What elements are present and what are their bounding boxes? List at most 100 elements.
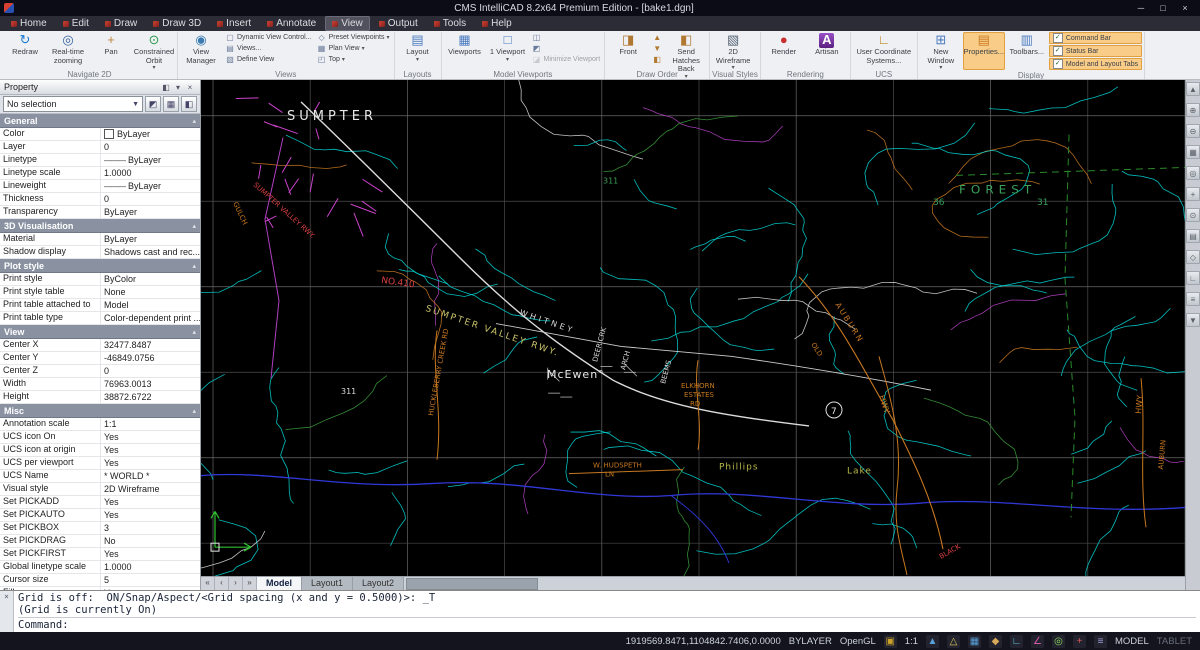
ribbon-button-send-hatches-back[interactable]: ◧Send Hatches Back▾ [665,32,707,70]
model-space-indicator[interactable]: MODEL [1115,636,1149,647]
selection-dropdown[interactable]: No selection ▼ [3,96,143,112]
ribbon-button-vpjoin[interactable]: ◫ [530,32,603,43]
property-section-3d-visualisation[interactable]: 3D Visualisation▴ [0,219,200,233]
property-value[interactable]: ———ByLayer [101,180,200,192]
etrack-icon[interactable]: + [1073,635,1086,648]
menu-tab-home[interactable]: Home [4,16,54,31]
opengl-indicator[interactable]: OpenGL [840,636,876,647]
tab-nav-button-2[interactable]: › [229,577,243,590]
horizontal-scrollbar-thumb[interactable] [406,578,538,590]
ribbon-toggle-model-and-layout-tabs[interactable]: ✓Model and Layout Tabs [1049,58,1142,70]
annotation-autoscale-icon[interactable]: △ [947,635,960,648]
ortho-icon[interactable]: ∟ [1186,271,1200,285]
command-input[interactable] [69,619,1196,631]
coordinates[interactable]: 1919569.8471,1104842.7406,0.0000 [626,636,781,647]
panel-pin-icon[interactable]: ◧ [160,83,172,92]
minimize-button[interactable]: ─ [1130,0,1152,16]
ribbon-button-pan[interactable]: +Pan [90,32,132,70]
scroll-up-icon[interactable]: ▲ [1186,82,1200,96]
ribbon-button-doabove[interactable]: ◧ [650,54,664,65]
tab-model[interactable]: Model [257,577,302,590]
zoom-out-icon[interactable]: ⊖ [1186,124,1200,138]
property-section-view[interactable]: View▴ [0,325,200,339]
ribbon-toggle-command-bar[interactable]: ✓Command Bar [1049,32,1142,44]
ribbon-button-preset-viewpoints[interactable]: ◇Preset Viewpoints▾ [315,32,392,43]
ribbon-button-2d-wireframe[interactable]: ▧2D Wireframe▾ [712,32,754,70]
property-value[interactable]: 0 [101,193,200,205]
menu-tab-insert[interactable]: Insert [210,16,258,31]
snap-icon[interactable]: ◆ [989,635,1002,648]
grid-icon[interactable]: ▦ [968,635,981,648]
tab-nav-button-1[interactable]: ‹ [215,577,229,590]
ribbon-button-redraw[interactable]: ↻Redraw [4,32,46,70]
lwt-icon[interactable]: ≡ [1094,635,1107,648]
maximize-button[interactable]: □ [1152,0,1174,16]
property-value[interactable]: 38872.6722 [101,391,200,403]
property-value[interactable]: 0 [101,365,200,377]
tablet-indicator[interactable]: TABLET [1157,636,1192,647]
ribbon-button-dosend[interactable]: ▼ [650,43,664,54]
property-value[interactable]: Yes [101,431,200,443]
close-button[interactable]: × [1174,0,1196,16]
property-value[interactable]: 76963.0013 [101,378,200,390]
property-value[interactable]: 1.0000 [101,167,200,179]
quick-select-button[interactable]: ◩ [145,96,161,112]
ribbon-button-view-manager[interactable]: ◉View Manager [180,32,222,70]
ribbon-button-1-viewport[interactable]: □1 Viewport▾ [487,32,529,70]
ribbon-button-views[interactable]: ▤Views... [223,43,314,54]
property-value[interactable]: 0 [101,141,200,153]
property-value[interactable]: ByLayer [101,128,200,140]
lineweight-icon[interactable]: ≡ [1186,292,1200,306]
property-value[interactable]: ———ByLayer [101,154,200,166]
ortho-icon[interactable]: ∟ [1010,635,1023,648]
property-value[interactable]: 5 [101,574,200,586]
property-value[interactable]: 1.0000 [101,561,200,573]
property-value[interactable]: ByLayer [101,233,200,245]
property-value[interactable]: Yes [101,444,200,456]
panel-close-icon[interactable]: × [184,83,196,92]
ribbon-button-define-view[interactable]: ▧Define View [223,54,314,65]
ribbon-button-minimize-viewport[interactable]: ◪Minimize Viewport [530,54,603,65]
command-bar-close-icon[interactable]: × [4,592,9,601]
menu-tab-view[interactable]: View [325,16,370,31]
tab-layout1[interactable]: Layout1 [302,577,353,590]
scroll-down-icon[interactable]: ▼ [1186,313,1200,327]
tab-layout2[interactable]: Layout2 [353,577,404,590]
toggle-pickadd-button[interactable]: ◧ [181,96,197,112]
pan-icon[interactable]: + [1186,187,1200,201]
esnap-icon[interactable]: ◎ [1052,635,1065,648]
panel-menu-icon[interactable]: ▾ [172,83,184,92]
property-value[interactable]: 2D Wireframe [101,483,200,495]
polar-icon[interactable]: ∠ [1031,635,1044,648]
property-value[interactable]: Yes [101,496,200,508]
ribbon-button-viewports[interactable]: ▦Viewports [444,32,486,70]
property-value[interactable]: Yes [101,548,200,560]
property-value[interactable]: 32477.8487 [101,339,200,351]
tab-nav-button-3[interactable]: » [243,577,257,590]
property-value[interactable]: None [101,286,200,298]
property-value[interactable]: Color-dependent print ... [101,312,200,324]
osnap-icon[interactable]: ◇ [1186,250,1200,264]
property-value[interactable]: Yes [101,457,200,469]
property-value[interactable]: 1:1 [101,418,200,430]
property-value[interactable]: Shadows cast and rec... [101,246,200,258]
property-section-misc[interactable]: Misc▴ [0,404,200,418]
property-value[interactable]: ByLayer [101,206,200,218]
ribbon-button-top[interactable]: ◰Top▾ [315,54,392,65]
ribbon-button-constrained-orbit[interactable]: ⊙Constrained Orbit▾ [133,32,175,70]
layers-icon[interactable]: ▤ [1186,229,1200,243]
property-value[interactable]: Yes [101,509,200,521]
property-section-general[interactable]: General▴ [0,114,200,128]
ribbon-button-vprestore[interactable]: ◩ [530,43,603,54]
menu-tab-draw[interactable]: Draw [98,16,144,31]
tab-nav-button-0[interactable]: « [201,577,215,590]
zoom-extents-icon[interactable]: ◎ [1186,166,1200,180]
ribbon-button-dynamic-view-control[interactable]: ▢Dynamic View Control... [223,32,314,43]
ribbon-toggle-status-bar[interactable]: ✓Status Bar [1049,45,1142,57]
ribbon-button-properties[interactable]: ▤Properties... [963,32,1005,70]
zoom-window-icon[interactable]: ▦ [1186,145,1200,159]
orbit-icon[interactable]: ⊙ [1186,208,1200,222]
property-value[interactable]: -46849.0756 [101,352,200,364]
property-value[interactable]: No [101,535,200,547]
menu-tab-tools[interactable]: Tools [427,16,473,31]
